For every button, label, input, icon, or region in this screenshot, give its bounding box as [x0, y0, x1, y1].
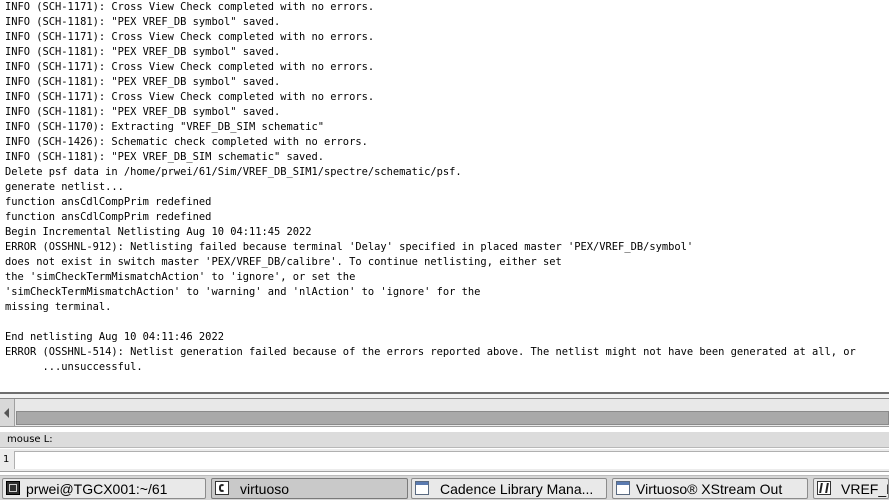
command-line-number: 1: [3, 454, 10, 465]
log-line: INFO (SCH-1171): Cross View Check comple…: [5, 61, 375, 73]
log-line: INFO (SCH-1171): Cross View Check comple…: [5, 31, 375, 43]
taskbar: prwei@TGCX001:~/61 virtuoso Cadence Libr…: [0, 475, 889, 500]
log-line: the 'simCheckTermMismatchAction' to 'ign…: [5, 271, 356, 283]
log-line: does not exist in switch master 'PEX/VRE…: [5, 256, 562, 268]
log-line-error: ERROR (OSSHNL-912): Netlisting failed be…: [5, 241, 694, 253]
log-line: INFO (SCH-1181): "PEX VREF_DB_SIM schema…: [5, 151, 325, 163]
taskbar-item-vref-db[interactable]: VREF_D: [813, 478, 889, 499]
scroll-left-arrow-icon[interactable]: [0, 399, 15, 426]
log-line: INFO (SCH-1181): "PEX VREF_DB symbol" sa…: [5, 106, 281, 118]
log-line: INFO (SCH-1171): Cross View Check comple…: [5, 91, 375, 103]
log-line: INFO (SCH-1181): "PEX VREF_DB symbol" sa…: [5, 46, 281, 58]
log-line: INFO (SCH-1181): "PEX VREF_DB symbol" sa…: [5, 76, 281, 88]
log-line: generate netlist...: [5, 181, 124, 193]
command-status-bar: 1: [0, 449, 889, 472]
cadence-c-icon: [215, 481, 229, 495]
log-line-error: ERROR (OSSHNL-514): Netlist generation f…: [5, 346, 856, 358]
mouse-left-label: mouse L:: [7, 434, 53, 445]
log-line: missing terminal.: [5, 301, 112, 313]
horizontal-scrollbar[interactable]: [0, 398, 889, 427]
log-line: INFO (SCH-1426): Schematic check complet…: [5, 136, 368, 148]
virtuoso-icon: [817, 481, 831, 495]
window-icon: [415, 481, 429, 495]
window-icon: [616, 481, 630, 495]
taskbar-item-label: Virtuoso® XStream Out: [636, 481, 783, 497]
taskbar-item-label: prwei@TGCX001:~/61: [26, 481, 168, 497]
taskbar-item-label: virtuoso: [240, 481, 290, 497]
command-input[interactable]: [14, 451, 889, 469]
log-line: Begin Incremental Netlisting Aug 10 04:1…: [5, 226, 312, 238]
ciw-log-output[interactable]: INFO (SCH-1171): Cross View Check comple…: [0, 0, 889, 392]
log-line: 'simCheckTermMismatchAction' to 'warning…: [5, 286, 481, 298]
taskbar-item-virtuoso[interactable]: virtuoso: [211, 478, 408, 499]
log-line: End netlisting Aug 10 04:11:46 2022: [5, 331, 224, 343]
log-line: ...unsuccessful.: [5, 361, 143, 373]
terminal-icon: [6, 481, 20, 495]
taskbar-item-terminal[interactable]: prwei@TGCX001:~/61: [2, 478, 206, 499]
log-line: INFO (SCH-1170): Extracting "VREF_DB_SIM…: [5, 121, 325, 133]
log-line: function ansCdlCompPrim redefined: [5, 211, 212, 223]
taskbar-item-library-manager[interactable]: Cadence Library Mana...: [411, 478, 607, 499]
taskbar-item-label: Cadence Library Mana...: [440, 481, 594, 497]
log-line: function ansCdlCompPrim redefined: [5, 196, 212, 208]
log-line: Delete psf data in /home/prwei/61/Sim/VR…: [5, 166, 462, 178]
scrollbar-thumb[interactable]: [16, 411, 889, 425]
mouse-bindings-bar: mouse L:: [0, 432, 889, 448]
log-line: INFO (SCH-1171): Cross View Check comple…: [5, 1, 375, 13]
taskbar-item-label: VREF_D: [841, 481, 888, 497]
log-line: INFO (SCH-1181): "PEX VREF_DB symbol" sa…: [5, 16, 281, 28]
taskbar-item-xstream-out[interactable]: Virtuoso® XStream Out: [612, 478, 808, 499]
